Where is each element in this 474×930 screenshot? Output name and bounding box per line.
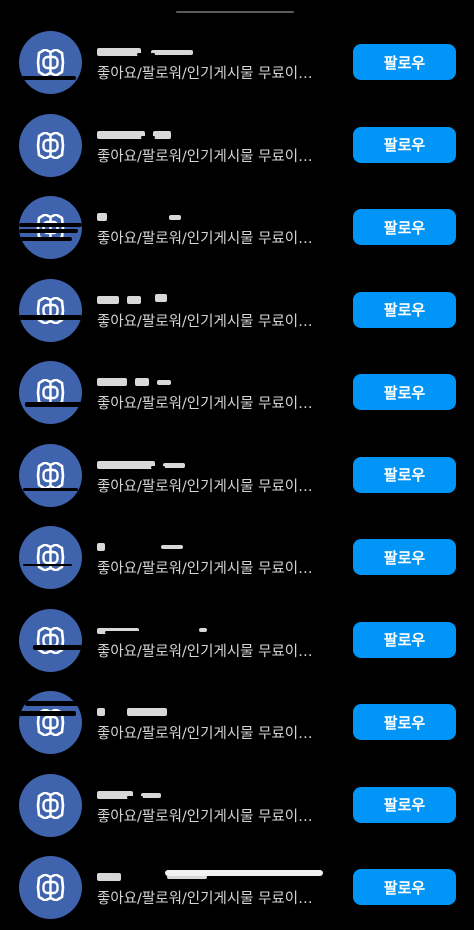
account-subtitle: 좋아요/팔로워/인기게시물 무료이… (97, 66, 313, 82)
follow-button[interactable]: 팔로우 (353, 539, 456, 575)
list-item[interactable]: 좋아요/팔로워/인기게시물 무료이… 팔로우 (0, 270, 474, 353)
follow-button[interactable]: 팔로우 (353, 44, 456, 80)
follow-button[interactable]: 팔로우 (353, 291, 456, 328)
redaction-scribble (19, 711, 76, 716)
username-redacted (97, 457, 207, 473)
username-redacted (97, 127, 207, 143)
avatar[interactable] (19, 278, 82, 342)
avatar[interactable] (19, 773, 82, 837)
redaction-scribble (19, 76, 76, 80)
avatar[interactable] (19, 691, 82, 754)
account-subtitle: 좋아요/팔로워/인기게시물 무료이… (97, 313, 313, 330)
follow-button[interactable]: 팔로우 (353, 456, 456, 493)
account-subtitle: 좋아요/팔로워/인기게시물 무료이… (97, 478, 313, 495)
username-redacted (97, 539, 207, 555)
account-subtitle: 좋아요/팔로워/인기게시물 무료이… (97, 808, 313, 825)
avatar[interactable] (19, 113, 82, 177)
list-item[interactable]: 좋아요/팔로워/인기게시물 무료이… 팔로우 (0, 517, 474, 600)
avatar[interactable] (19, 31, 82, 94)
redaction-scribble (19, 237, 72, 241)
username-redacted (97, 622, 207, 638)
username-redacted (97, 292, 207, 308)
follow-button[interactable]: 팔로우 (353, 869, 456, 905)
interlocked-loops-logo-icon (36, 791, 65, 819)
account-subtitle: 좋아요/팔로워/인기게시물 무료이… (97, 891, 313, 907)
redaction-scribble (19, 229, 78, 233)
account-subtitle: 좋아요/팔로워/인기게시물 무료이… (97, 396, 313, 412)
username-redacted (97, 787, 207, 803)
avatar[interactable] (19, 361, 82, 424)
interlocked-loops-logo-icon (36, 131, 65, 159)
sheet-drag-handle[interactable] (176, 11, 294, 13)
avatar[interactable] (19, 608, 82, 672)
list-item[interactable]: 좋아요/팔로워/인기게시물 무료이… 팔로우 (0, 600, 474, 683)
interlocked-loops-logo-icon (36, 874, 65, 901)
username-redacted (97, 374, 207, 390)
username-redacted (97, 209, 207, 225)
follow-button[interactable]: 팔로우 (353, 786, 456, 823)
list-item[interactable]: 좋아요/팔로워/인기게시물 무료이… 팔로우 (0, 352, 474, 435)
account-subtitle: 좋아요/팔로워/인기게시물 무료이… (97, 726, 313, 742)
interlocked-loops-logo-icon (36, 461, 65, 489)
username-redacted (97, 704, 207, 720)
list-item[interactable]: 좋아요/팔로워/인기게시물 무료이… 팔로우 (0, 765, 474, 848)
account-subtitle: 좋아요/팔로워/인기게시물 무료이… (97, 148, 313, 165)
list-item[interactable]: 좋아요/팔로워/인기게시물 무료이… 팔로우 (0, 435, 474, 518)
follow-button[interactable]: 팔로우 (353, 126, 456, 163)
redaction-scribble (23, 487, 78, 491)
home-indicator (165, 870, 323, 876)
follow-button[interactable]: 팔로우 (353, 621, 456, 658)
redaction-scribble (25, 701, 82, 706)
follow-button[interactable]: 팔로우 (353, 209, 456, 245)
list-item[interactable]: 좋아요/팔로워/인기게시물 무료이… 팔로우 (0, 187, 474, 270)
avatar[interactable] (19, 196, 82, 259)
follow-button[interactable]: 팔로우 (353, 374, 456, 410)
redaction-scribble (33, 644, 82, 650)
account-subtitle: 좋아요/팔로워/인기게시물 무료이… (97, 231, 313, 247)
follow-button[interactable]: 팔로우 (353, 704, 456, 740)
redaction-scribble (25, 402, 82, 407)
account-subtitle: 좋아요/팔로워/인기게시물 무료이… (97, 561, 313, 577)
redaction-scribble (19, 314, 82, 320)
list-item[interactable]: 좋아요/팔로워/인기게시물 무료이… 팔로우 (0, 105, 474, 188)
list-item[interactable]: 좋아요/팔로워/인기게시물 무료이… 팔로우 (0, 22, 474, 105)
username-redacted (97, 44, 207, 60)
list-item[interactable]: 좋아요/팔로워/인기게시물 무료이… 팔로우 (0, 847, 474, 930)
suggested-accounts-list: 좋아요/팔로워/인기게시물 무료이… 팔로우 좋아요/팔로워/인기게시물 무료이… (0, 22, 474, 930)
list-item[interactable]: 좋아요/팔로워/인기게시물 무료이… 팔로우 (0, 682, 474, 765)
account-subtitle: 좋아요/팔로워/인기게시물 무료이… (97, 643, 313, 660)
interlocked-loops-logo-icon (36, 49, 65, 76)
avatar[interactable] (19, 443, 82, 507)
redaction-scribble (23, 564, 72, 566)
redaction-scribble (19, 223, 82, 227)
avatar[interactable] (19, 526, 82, 589)
interlocked-loops-logo-icon (36, 544, 65, 571)
avatar[interactable] (19, 856, 82, 919)
